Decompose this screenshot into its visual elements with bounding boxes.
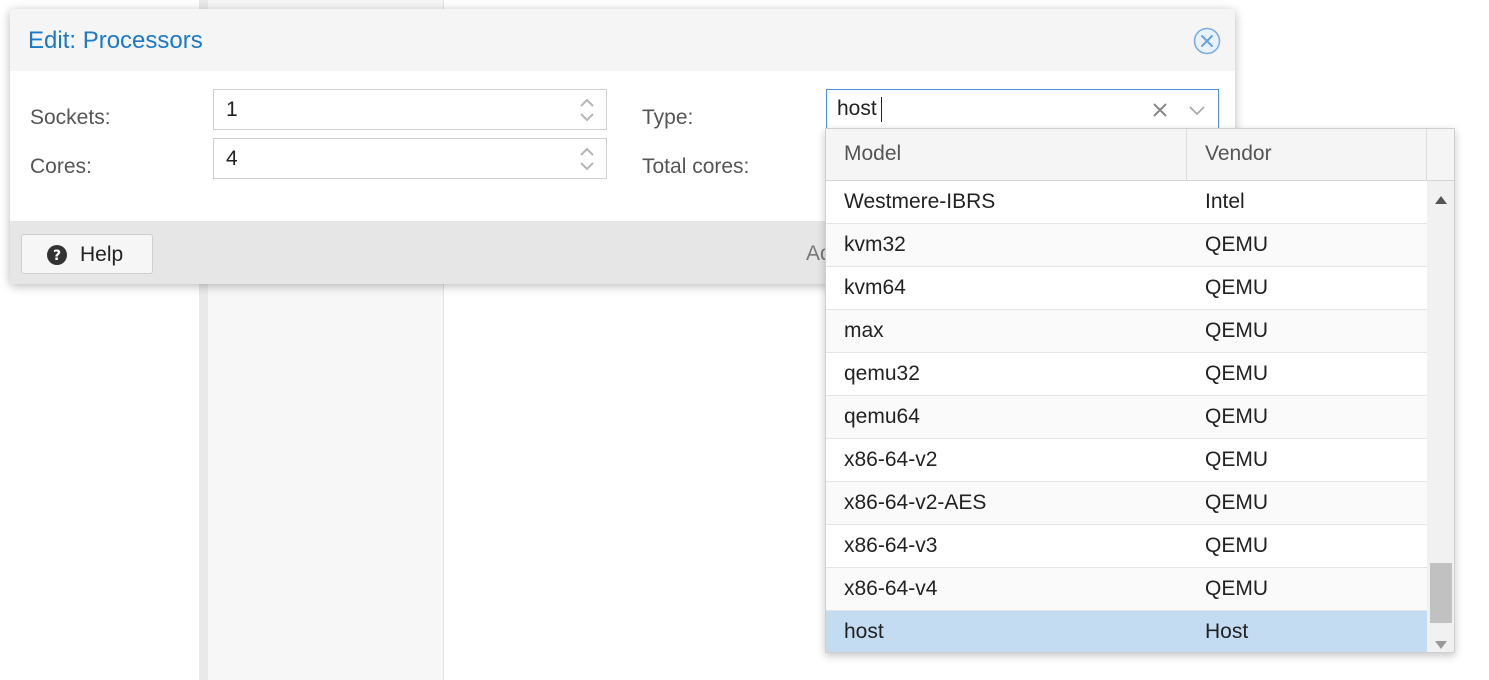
list-item[interactable]: x86-64-v2-AES QEMU xyxy=(826,482,1427,525)
model-cell: max xyxy=(844,319,884,342)
total-cores-label: Total cores: xyxy=(642,155,750,178)
vendor-cell: QEMU xyxy=(1205,276,1268,299)
dialog-header: Edit: Processors xyxy=(10,9,1235,71)
list-item[interactable]: qemu32 QEMU xyxy=(826,353,1427,396)
model-cell: x86-64-v2-AES xyxy=(844,491,987,514)
model-cell: x86-64-v3 xyxy=(844,534,938,557)
list-item[interactable]: qemu64 QEMU xyxy=(826,396,1427,439)
list-item[interactable]: max QEMU xyxy=(826,310,1427,353)
cores-label: Cores: xyxy=(30,155,92,178)
sockets-label: Sockets: xyxy=(30,106,111,129)
dropdown-rows: Westmere-IBRS Intel kvm32 QEMU kvm64 QEMU max Q… xyxy=(826,181,1427,652)
dropdown-header: Model Vendor xyxy=(826,129,1454,181)
scroll-up-icon[interactable] xyxy=(1435,191,1447,204)
list-item[interactable]: x86-64-v2 QEMU xyxy=(826,439,1427,482)
model-cell: kvm64 xyxy=(844,276,906,299)
model-cell: host xyxy=(844,620,884,643)
list-item[interactable]: host Host xyxy=(826,611,1427,652)
model-cell: x86-64-v2 xyxy=(844,448,938,471)
spinner-arrows-icon[interactable] xyxy=(578,96,596,124)
sockets-value[interactable]: 1 xyxy=(226,98,238,122)
list-item[interactable]: x86-64-v4 QEMU xyxy=(826,568,1427,611)
column-header-model[interactable]: Model xyxy=(826,129,1187,181)
spinner-arrows-icon[interactable] xyxy=(578,145,596,173)
vendor-cell: QEMU xyxy=(1205,362,1268,385)
help-button-label: Help xyxy=(80,243,124,266)
dialog-title: Edit: Processors xyxy=(28,27,203,54)
cores-spinner[interactable]: 4 xyxy=(213,138,607,179)
model-cell: x86-64-v4 xyxy=(844,577,938,600)
model-cell: kvm32 xyxy=(844,233,906,256)
svg-text:?: ? xyxy=(53,248,61,264)
chevron-down-icon[interactable] xyxy=(1188,102,1206,118)
vendor-cell: Host xyxy=(1205,620,1249,643)
model-cell: qemu32 xyxy=(844,362,920,385)
scroll-down-icon[interactable] xyxy=(1435,636,1447,649)
vendor-cell: QEMU xyxy=(1205,577,1268,600)
cores-value[interactable]: 4 xyxy=(226,147,238,171)
vendor-cell: QEMU xyxy=(1205,319,1268,342)
scrollbar-thumb[interactable] xyxy=(1430,563,1452,623)
vendor-cell: QEMU xyxy=(1205,534,1268,557)
column-header-vendor[interactable]: Vendor xyxy=(1187,129,1427,181)
close-icon[interactable] xyxy=(1193,27,1221,55)
vendor-cell: QEMU xyxy=(1205,233,1268,256)
vendor-cell: Intel xyxy=(1205,190,1245,213)
cpu-type-dropdown: Model Vendor Westmere-IBRS Intel kvm32 QEMU… xyxy=(825,128,1455,653)
vendor-cell: QEMU xyxy=(1205,405,1268,428)
vendor-cell: QEMU xyxy=(1205,491,1268,514)
dropdown-scrollbar[interactable] xyxy=(1427,181,1454,652)
list-item[interactable]: kvm64 QEMU xyxy=(826,267,1427,310)
list-item[interactable]: Westmere-IBRS Intel xyxy=(826,181,1427,224)
list-item[interactable]: x86-64-v3 QEMU xyxy=(826,525,1427,568)
model-cell: Westmere-IBRS xyxy=(844,190,996,213)
clear-icon[interactable] xyxy=(1150,100,1170,120)
vendor-cell: QEMU xyxy=(1205,448,1268,471)
type-label: Type: xyxy=(642,106,694,129)
sockets-spinner[interactable]: 1 xyxy=(213,89,607,130)
question-circle-icon: ? xyxy=(46,244,68,266)
type-input-value[interactable]: host xyxy=(837,97,877,121)
text-caret xyxy=(881,97,882,122)
model-cell: qemu64 xyxy=(844,405,920,428)
list-item[interactable]: kvm32 QEMU xyxy=(826,224,1427,267)
help-button[interactable]: ? Help xyxy=(21,234,153,274)
type-combobox[interactable]: host xyxy=(826,89,1219,129)
